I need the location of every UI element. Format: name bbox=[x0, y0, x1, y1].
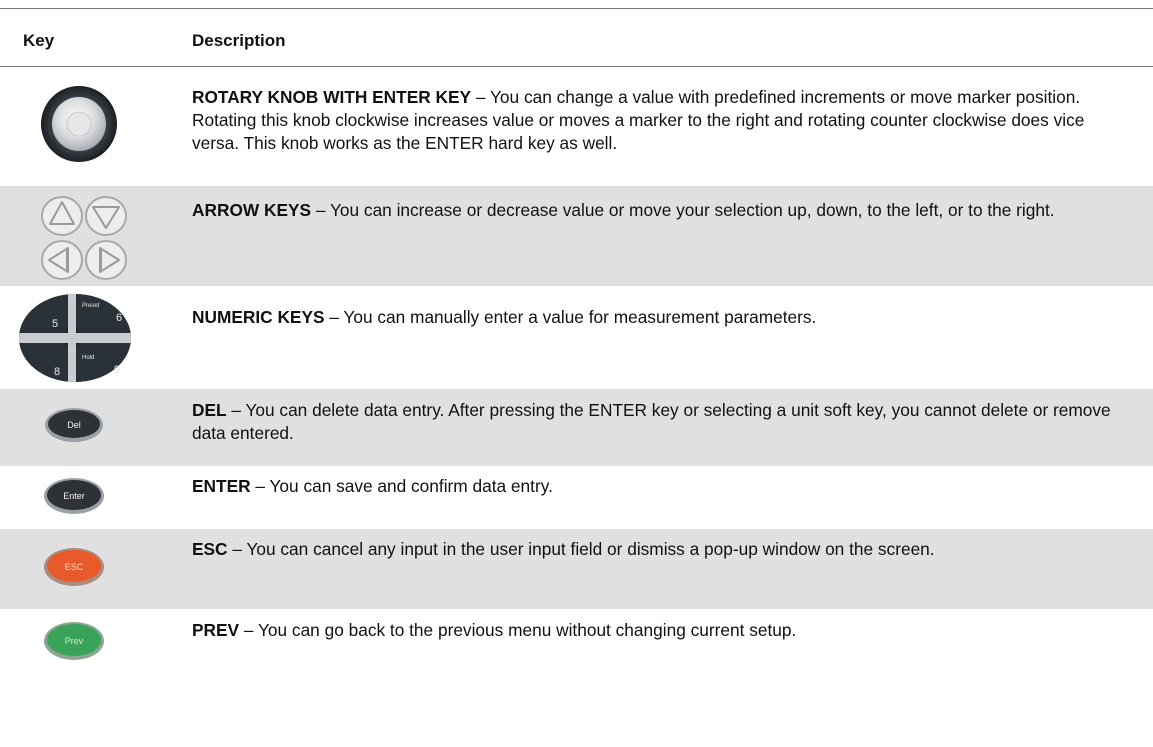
svg-text:6: 6 bbox=[116, 312, 122, 324]
svg-text:ESC: ESC bbox=[65, 562, 84, 572]
row-text: – You can save and confirm data entry. bbox=[250, 476, 553, 496]
svg-text:Enter: Enter bbox=[63, 491, 85, 501]
svg-text:9: 9 bbox=[114, 364, 120, 376]
prev-key-icon: Prev bbox=[44, 622, 104, 660]
table-row: 5 Preset 6 8 Hold 9 NUMERIC KEYS – You c… bbox=[0, 287, 1153, 389]
table-header: Key Description bbox=[0, 9, 1153, 67]
table-row: ESC ESC – You can cancel any input in th… bbox=[0, 529, 1153, 610]
row-description: NUMERIC KEYS – You can manually enter a … bbox=[192, 306, 1131, 329]
svg-text:Prev: Prev bbox=[65, 636, 84, 646]
table-row: Enter ENTER – You can save and confirm d… bbox=[0, 467, 1153, 529]
row-title: NUMERIC KEYS bbox=[192, 307, 325, 327]
row-text: – You can delete data entry. After press… bbox=[192, 400, 1111, 443]
arrow-keys-icon bbox=[41, 196, 127, 280]
header-description-label: Description bbox=[192, 31, 286, 50]
table-row: ARROW KEYS – You can increase or decreas… bbox=[0, 186, 1153, 287]
table-row: ROTARY KNOB WITH ENTER KEY – You can cha… bbox=[0, 67, 1153, 186]
row-description: ROTARY KNOB WITH ENTER KEY – You can cha… bbox=[192, 86, 1131, 155]
del-key-icon: Del bbox=[45, 408, 103, 442]
svg-text:Del: Del bbox=[67, 420, 81, 430]
esc-key-icon: ESC bbox=[44, 548, 104, 586]
numeric-keys-icon: 5 Preset 6 8 Hold 9 bbox=[19, 294, 131, 382]
header-key-label: Key bbox=[23, 31, 55, 50]
row-text: – You can increase or decrease value or … bbox=[311, 200, 1055, 220]
svg-text:Preset: Preset bbox=[82, 303, 100, 309]
row-title: ESC bbox=[192, 539, 228, 559]
row-description: PREV – You can go back to the previous m… bbox=[192, 619, 1131, 642]
row-text: – You can go back to the previous menu w… bbox=[239, 620, 797, 640]
row-title: ENTER bbox=[192, 476, 251, 496]
row-title: ARROW KEYS bbox=[192, 200, 312, 220]
key-cell: Prev bbox=[0, 610, 180, 746]
row-description: ARROW KEYS – You can increase or decreas… bbox=[192, 199, 1131, 222]
row-title: DEL bbox=[192, 400, 227, 420]
table-row: Prev PREV – You can go back to the previ… bbox=[0, 610, 1153, 747]
key-cell bbox=[0, 186, 180, 286]
row-title: PREV bbox=[192, 620, 240, 640]
svg-text:Hold: Hold bbox=[82, 355, 94, 361]
row-description: ENTER – You can save and confirm data en… bbox=[192, 475, 1131, 498]
key-cell: Enter bbox=[0, 467, 180, 528]
row-text: – You can cancel any input in the user i… bbox=[227, 539, 935, 559]
key-cell: 5 Preset 6 8 Hold 9 bbox=[0, 287, 180, 388]
row-description: ESC – You can cancel any input in the us… bbox=[192, 538, 1131, 561]
svg-text:8: 8 bbox=[54, 366, 60, 378]
svg-text:5: 5 bbox=[52, 318, 58, 330]
row-text: – You can manually enter a value for mea… bbox=[324, 307, 817, 327]
key-cell: ESC bbox=[0, 529, 180, 609]
enter-key-icon: Enter bbox=[44, 478, 104, 514]
row-title: ROTARY KNOB WITH ENTER KEY bbox=[192, 87, 472, 107]
key-cell: Del bbox=[0, 389, 180, 466]
key-cell bbox=[0, 67, 180, 185]
row-description: DEL – You can delete data entry. After p… bbox=[192, 399, 1131, 445]
table-row: Del DEL – You can delete data entry. Aft… bbox=[0, 389, 1153, 467]
rotary-knob-icon bbox=[41, 86, 117, 162]
